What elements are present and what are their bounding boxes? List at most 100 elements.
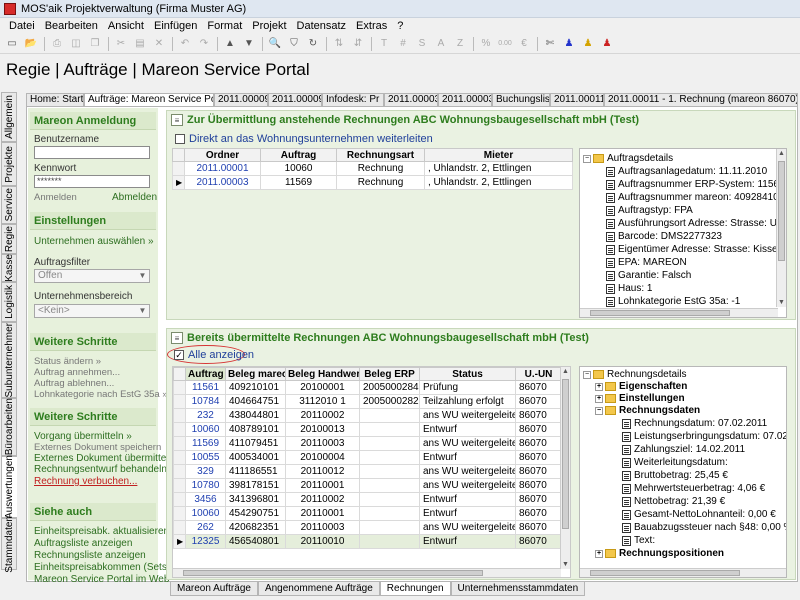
auftrag-link[interactable]: 262 — [185, 520, 226, 535]
new-icon[interactable]: ▭ — [3, 36, 21, 52]
password-input[interactable]: ******* — [34, 175, 150, 188]
tree-item[interactable]: Gesamt-NettoLohnanteil: 0,00 € — [622, 509, 776, 520]
user-yellow-icon[interactable]: ♟ — [579, 36, 597, 52]
tree-item[interactable]: Zahlungsziel: 14.02.2011 — [622, 444, 745, 455]
auftrag-link[interactable]: 10055 — [185, 450, 226, 465]
z-icon[interactable]: Z — [451, 36, 469, 52]
price-agreement-sets-link[interactable]: Einheitspreisabkommen (Sets) — [34, 562, 170, 573]
scroll-down-icon[interactable]: ▼ — [561, 560, 570, 569]
ordner-link[interactable]: 2011.00001 — [184, 161, 261, 176]
menu-ansicht[interactable]: Ansicht — [103, 20, 149, 32]
table-row[interactable]: 2011.00001 10060 Rechnung , Uhlandstr. 2… — [172, 161, 573, 176]
open-icon[interactable]: 📂 — [22, 36, 40, 52]
vtab-auswertungen[interactable]: Auswertungen — [1, 455, 17, 519]
tab-unternehmensstammdaten[interactable]: Unternehmensstammdaten — [450, 582, 586, 596]
auftrag-link[interactable]: 329 — [185, 464, 226, 479]
auftrag-link[interactable]: 3456 — [185, 492, 226, 507]
tab-rechnungen[interactable]: Rechnungen — [379, 582, 451, 596]
hash-icon[interactable]: # — [394, 36, 412, 52]
col-beleg-handwerker[interactable]: Beleg Handwerker — [285, 367, 360, 381]
col-u-un[interactable]: U.-UN — [515, 367, 562, 381]
auftrag-link[interactable]: 10780 — [185, 478, 226, 493]
show-invoice-list-link[interactable]: Rechnungsliste anzeigen — [34, 550, 146, 561]
tree-item[interactable]: Barcode: DMS2277323 — [606, 231, 722, 242]
login-button[interactable]: Anmelden — [34, 192, 77, 203]
tree-root[interactable]: − Rechnungsdetails — [583, 369, 687, 380]
paste-icon[interactable]: ▤ — [131, 36, 149, 52]
tree-item[interactable]: Lohnkategorie EstG 35a: -1 — [606, 296, 740, 307]
vtab-stammdaten[interactable]: Stammdaten — [1, 516, 17, 572]
handle-draft-link[interactable]: Rechnungsentwurf behandeln » — [34, 464, 175, 475]
col-mieter[interactable]: Mieter — [424, 148, 573, 162]
save-external-doc-link[interactable]: Externes Dokument speichern — [34, 442, 161, 453]
bold-t-icon[interactable]: T — [375, 36, 393, 52]
tab-mareon-auftraege[interactable]: Mareon Aufträge — [170, 582, 258, 596]
table-row[interactable]: ▶ 12325 456540801 20110010 Entwurf 86070 — [173, 534, 562, 549]
transmit-process-link[interactable]: Vorgang übermitteln » — [34, 431, 132, 442]
vtab-service[interactable]: Service — [1, 186, 17, 224]
menu-datensatz[interactable]: Datensatz — [292, 20, 352, 32]
company-area-select[interactable]: <Kein> ▼ — [34, 304, 150, 318]
up-icon[interactable]: ▲ — [221, 36, 239, 52]
scroll-up-icon[interactable]: ▲ — [777, 149, 786, 158]
cut-icon[interactable]: ✂ — [112, 36, 130, 52]
tree-item[interactable]: Auftragsnummer mareon: 409284101 — [606, 192, 784, 203]
table-row[interactable]: 11561 409210101 20100001 20050002840 Prüfung… — [173, 380, 562, 395]
doc-tab-home[interactable]: Home: Start — [26, 93, 84, 107]
accept-order-link[interactable]: Auftrag annehmen... — [34, 367, 120, 378]
tree-folder-eigenschaften[interactable]: + Eigenschaften — [595, 381, 687, 392]
collapse-icon[interactable]: − — [595, 406, 603, 415]
wage-category-link[interactable]: Lohnkategorie nach EstG 35a » — [34, 389, 168, 400]
refresh-icon[interactable]: ↻ — [304, 36, 322, 52]
scroll-thumb[interactable] — [562, 379, 569, 529]
tool-icon[interactable]: ✄ — [541, 36, 559, 52]
ordner-link[interactable]: 2011.00003 — [184, 175, 261, 190]
table-row[interactable]: 11569 411079451 20110003 ans WU weitergelei… — [173, 436, 562, 451]
print-icon[interactable]: ⎙ — [48, 36, 66, 52]
doc-tab-2011-00009b[interactable]: 2011.00009 — [268, 93, 322, 107]
auftrag-link[interactable]: 11561 — [185, 380, 226, 395]
euro-icon[interactable]: € — [515, 36, 533, 52]
collapse-icon[interactable]: − — [583, 154, 591, 163]
show-order-list-link[interactable]: Auftragsliste anzeigen — [34, 538, 132, 549]
vtab-bueroarbeiten[interactable]: Büroarbeiten — [1, 398, 17, 456]
menu-extras[interactable]: Extras — [351, 20, 392, 32]
tree-item[interactable]: Rechnungsdatum: 07.02.2011 — [622, 418, 767, 429]
col-status[interactable]: Status — [419, 367, 516, 381]
tree-item[interactable]: Ausführungsort Adresse: Strasse: Uhla — [606, 218, 786, 229]
doc-tab-buchungsliste[interactable]: Buchungslist — [492, 93, 550, 107]
doc-tab-2011-00009[interactable]: 2011.00009 — [214, 93, 268, 107]
tree-horizontal-scrollbar[interactable] — [580, 308, 778, 317]
tree-folder-rechnungspositionen[interactable]: + Rechnungspositionen — [595, 548, 724, 559]
vtab-kasse[interactable]: Kasse — [1, 254, 17, 282]
auftrag-link[interactable]: 11569 — [185, 436, 226, 451]
vtab-regie[interactable]: Regie — [1, 224, 17, 254]
table-row[interactable]: 10055 400534001 20100004 Entwurf 86070 — [173, 450, 562, 465]
user-blue-icon[interactable]: ♟ — [560, 36, 578, 52]
col-beleg-mareon[interactable]: Beleg mareon — [225, 367, 286, 381]
tree-item[interactable]: Nettobetrag: 21,39 € — [622, 496, 725, 507]
menu-bearbeiten[interactable]: Bearbeiten — [40, 20, 103, 32]
table-row[interactable]: 10784 404664751 3112010 1 20050002829 Teilza… — [173, 394, 562, 409]
redo-icon[interactable]: ↷ — [195, 36, 213, 52]
copy-icon[interactable]: ❐ — [86, 36, 104, 52]
table-row[interactable]: 3456 341396801 20110002 Entwurf 86070 — [173, 492, 562, 507]
tree-vertical-scrollbar[interactable]: ▲ ▼ — [776, 149, 786, 307]
find-icon[interactable]: 🔍 — [266, 36, 284, 52]
username-input[interactable] — [34, 146, 150, 159]
s-icon[interactable]: S — [413, 36, 431, 52]
tree-item[interactable]: EPA: MAREON — [606, 257, 687, 268]
menu-format[interactable]: Format — [202, 20, 247, 32]
expand-icon[interactable]: + — [595, 382, 603, 391]
doc-tab-auftraege-mareon[interactable]: Aufträge: Mareon Service Portal — [84, 93, 214, 107]
sort-icon[interactable]: ⇅ — [330, 36, 348, 52]
col-auftrag[interactable]: Auftrag — [185, 367, 226, 381]
tree-horizontal-scrollbar[interactable] — [580, 568, 786, 577]
tree-item[interactable]: Weiterleitungsdatum: — [622, 457, 728, 468]
update-price-agreement-link[interactable]: Einheitspreisabk. aktualisieren — [34, 526, 169, 537]
tree-item[interactable]: Garantie: Falsch — [606, 270, 691, 281]
vtab-logistik[interactable]: Logistik — [1, 282, 17, 322]
menu-help[interactable]: ? — [392, 20, 408, 32]
scroll-thumb[interactable] — [590, 310, 730, 316]
tree-item[interactable]: Eigentümer Adresse: Strasse: Kisselber — [606, 244, 786, 255]
